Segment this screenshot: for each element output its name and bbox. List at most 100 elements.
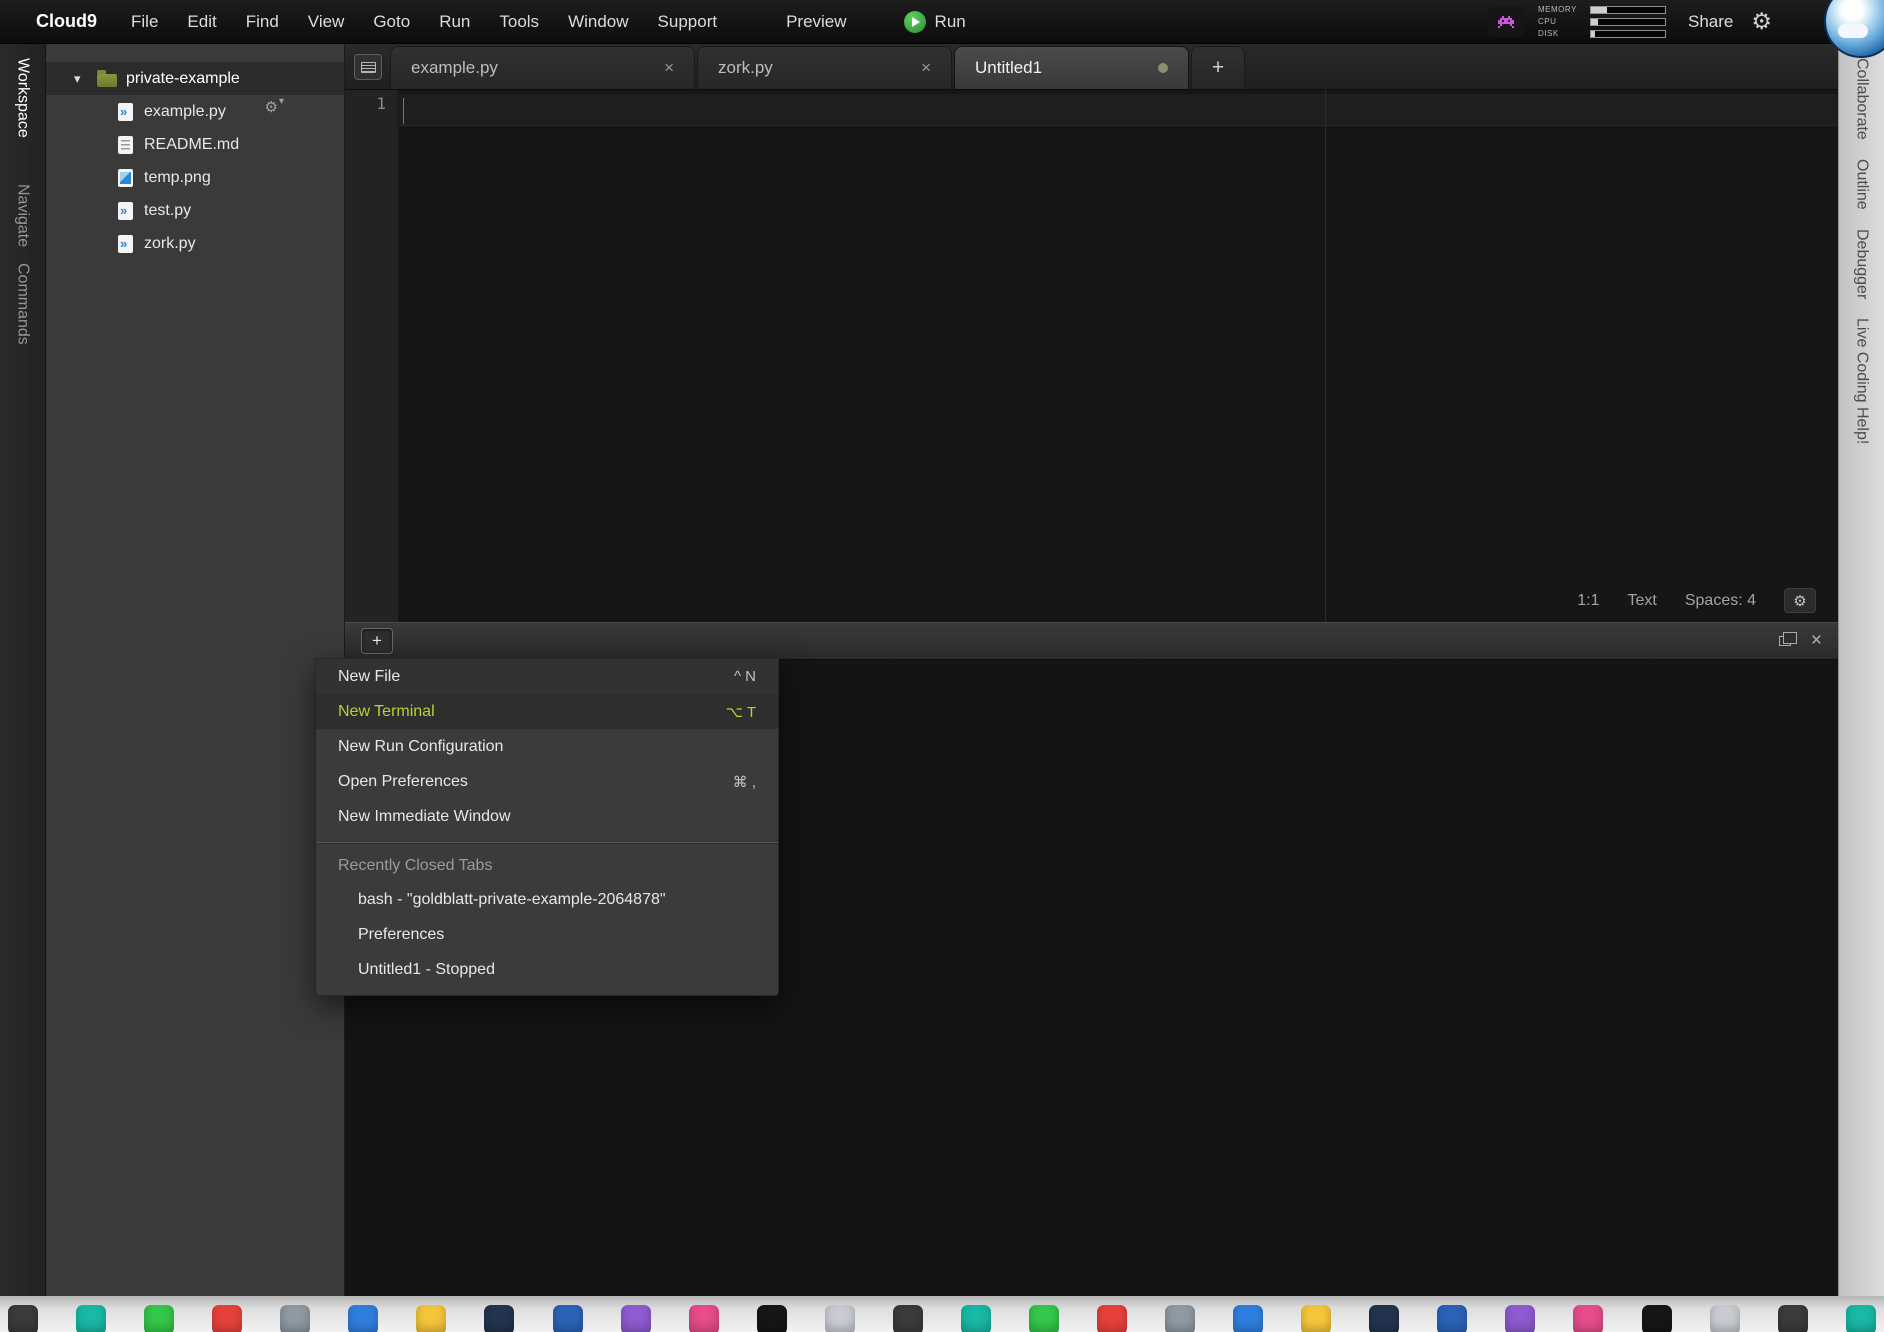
editor-statusbar: 1:1 Text Spaces: 4 ⚙ <box>1577 588 1816 613</box>
dock-app-icon[interactable] <box>144 1305 174 1332</box>
dock-app-icon[interactable] <box>1301 1305 1331 1332</box>
menu-item-new-file[interactable]: New File ^ N <box>316 659 778 694</box>
gear-icon: ⚙ <box>1793 592 1806 610</box>
run-play-icon <box>904 11 926 33</box>
menu-item-open-preferences[interactable]: Open Preferences ⌘ , <box>316 764 778 799</box>
tab-example-py[interactable]: example.py × <box>390 46 695 89</box>
rail-tab-workspace[interactable]: Workspace <box>14 58 32 138</box>
open-files-list-button[interactable] <box>354 54 382 80</box>
menu-item-recent-preferences[interactable]: Preferences <box>316 917 778 952</box>
settings-gear-icon[interactable]: ⚙ <box>1751 8 1772 35</box>
menu-run[interactable]: Run <box>439 12 470 32</box>
cpu-gauge-bar <box>1590 18 1666 26</box>
dock-app-icon[interactable] <box>1165 1305 1195 1332</box>
tree-item-temp-png[interactable]: temp.png <box>46 161 344 194</box>
menu-find[interactable]: Find <box>246 12 279 32</box>
dock-app-icon[interactable] <box>553 1305 583 1332</box>
tree-item-readme-md[interactable]: README.md <box>46 128 344 161</box>
shortcut-label: ⌥ T <box>726 703 756 721</box>
dock-app-icon[interactable] <box>1097 1305 1127 1332</box>
menu-item-recent-bash[interactable]: bash - "goldblatt-private-example-206487… <box>316 882 778 917</box>
close-panel-icon[interactable]: × <box>1811 630 1822 652</box>
text-cursor <box>403 98 404 124</box>
restore-panel-icon[interactable] <box>1779 636 1791 646</box>
left-rail: Workspace Navigate Commands <box>0 44 46 1296</box>
markdown-file-icon <box>118 136 133 154</box>
dock-app-icon[interactable] <box>1505 1305 1535 1332</box>
run-button[interactable]: Run <box>904 11 966 33</box>
console-plus-button[interactable]: + <box>361 628 393 654</box>
dock-app-icon[interactable] <box>1710 1305 1740 1332</box>
dock-app-icon[interactable] <box>1846 1305 1876 1332</box>
editor-settings-button[interactable]: ⚙ <box>1784 588 1816 613</box>
console-topbar: + × <box>345 622 1838 660</box>
preview-button[interactable]: Preview <box>786 12 846 32</box>
menu-window[interactable]: Window <box>568 12 628 32</box>
dock-app-icon[interactable] <box>348 1305 378 1332</box>
workspace-file-tree: ⚙▾ ▾ private-example example.py README.m… <box>46 44 345 1296</box>
new-tab-button[interactable]: + <box>1191 46 1245 89</box>
tree-settings-gear-icon[interactable]: ⚙▾ <box>265 98 284 116</box>
memory-gauge-bar <box>1590 6 1666 14</box>
avatar-invader-icon[interactable] <box>1488 7 1524 37</box>
spaces-setting[interactable]: Spaces: 4 <box>1685 592 1756 610</box>
syntax-mode[interactable]: Text <box>1628 592 1657 610</box>
tree-item-test-py[interactable]: test.py <box>46 194 344 227</box>
tree-item-label: zork.py <box>144 235 196 253</box>
dock-app-icon[interactable] <box>76 1305 106 1332</box>
menu-item-new-run-configuration[interactable]: New Run Configuration <box>316 729 778 764</box>
python-file-icon <box>118 103 133 121</box>
cursor-position: 1:1 <box>1577 592 1599 610</box>
rail-tab-debugger[interactable]: Debugger <box>1853 229 1871 299</box>
dock-app-icon[interactable] <box>689 1305 719 1332</box>
menu-item-new-immediate-window[interactable]: New Immediate Window <box>316 799 778 834</box>
dock-app-icon[interactable] <box>1437 1305 1467 1332</box>
menu-tools[interactable]: Tools <box>499 12 539 32</box>
close-icon[interactable]: × <box>921 58 931 78</box>
resource-gauges: MEMORY CPU DISK <box>1538 5 1666 38</box>
code-editor[interactable]: 1 1:1 Text Spaces: 4 ⚙ <box>345 90 1838 622</box>
dock-app-icon[interactable] <box>1778 1305 1808 1332</box>
disclosure-triangle-icon[interactable]: ▾ <box>74 71 88 87</box>
cpu-gauge-label: CPU <box>1538 17 1590 26</box>
menu-item-recent-untitled1[interactable]: Untitled1 - Stopped <box>316 952 778 987</box>
dock-app-icon[interactable] <box>1642 1305 1672 1332</box>
dock-app-icon[interactable] <box>1029 1305 1059 1332</box>
tab-untitled1[interactable]: Untitled1 <box>954 46 1189 89</box>
menu-goto[interactable]: Goto <box>373 12 410 32</box>
dock-app-icon[interactable] <box>1233 1305 1263 1332</box>
share-button[interactable]: Share <box>1688 12 1733 32</box>
rail-tab-navigate[interactable]: Navigate <box>14 184 32 247</box>
menu-file[interactable]: File <box>131 12 158 32</box>
dock-app-icon[interactable] <box>1573 1305 1603 1332</box>
rail-tab-commands[interactable]: Commands <box>14 263 32 345</box>
dock-app-icon[interactable] <box>621 1305 651 1332</box>
dock-app-icon[interactable] <box>280 1305 310 1332</box>
dock-app-icon[interactable] <box>484 1305 514 1332</box>
menu-edit[interactable]: Edit <box>187 12 216 32</box>
cloud9-logo-text[interactable]: Cloud9 <box>36 11 97 32</box>
dock-app-icon[interactable] <box>893 1305 923 1332</box>
python-file-icon <box>118 202 133 220</box>
rail-tab-collaborate[interactable]: Collaborate <box>1853 58 1871 140</box>
tree-root-label: private-example <box>126 70 240 88</box>
dock-app-icon[interactable] <box>961 1305 991 1332</box>
dock-app-icon[interactable] <box>757 1305 787 1332</box>
tab-label: zork.py <box>718 58 773 78</box>
tab-zork-py[interactable]: zork.py × <box>697 46 952 89</box>
tree-item-example-py[interactable]: example.py <box>46 95 344 128</box>
dock-app-icon[interactable] <box>1369 1305 1399 1332</box>
close-icon[interactable]: × <box>664 58 674 78</box>
rail-tab-live-coding-help[interactable]: Live Coding Help! <box>1853 318 1871 444</box>
dock-app-icon[interactable] <box>212 1305 242 1332</box>
dock-app-icon[interactable] <box>416 1305 446 1332</box>
tree-item-zork-py[interactable]: zork.py <box>46 227 344 260</box>
menu-view[interactable]: View <box>308 12 345 32</box>
dock-app-icon[interactable] <box>8 1305 38 1332</box>
menu-support[interactable]: Support <box>658 12 718 32</box>
tree-root-private-example[interactable]: ▾ private-example <box>46 62 344 95</box>
new-tab-popup-menu: New File ^ N New Terminal ⌥ T New Run Co… <box>315 658 779 996</box>
menu-item-new-terminal[interactable]: New Terminal ⌥ T <box>316 694 778 729</box>
dock-app-icon[interactable] <box>825 1305 855 1332</box>
rail-tab-outline[interactable]: Outline <box>1853 159 1871 210</box>
